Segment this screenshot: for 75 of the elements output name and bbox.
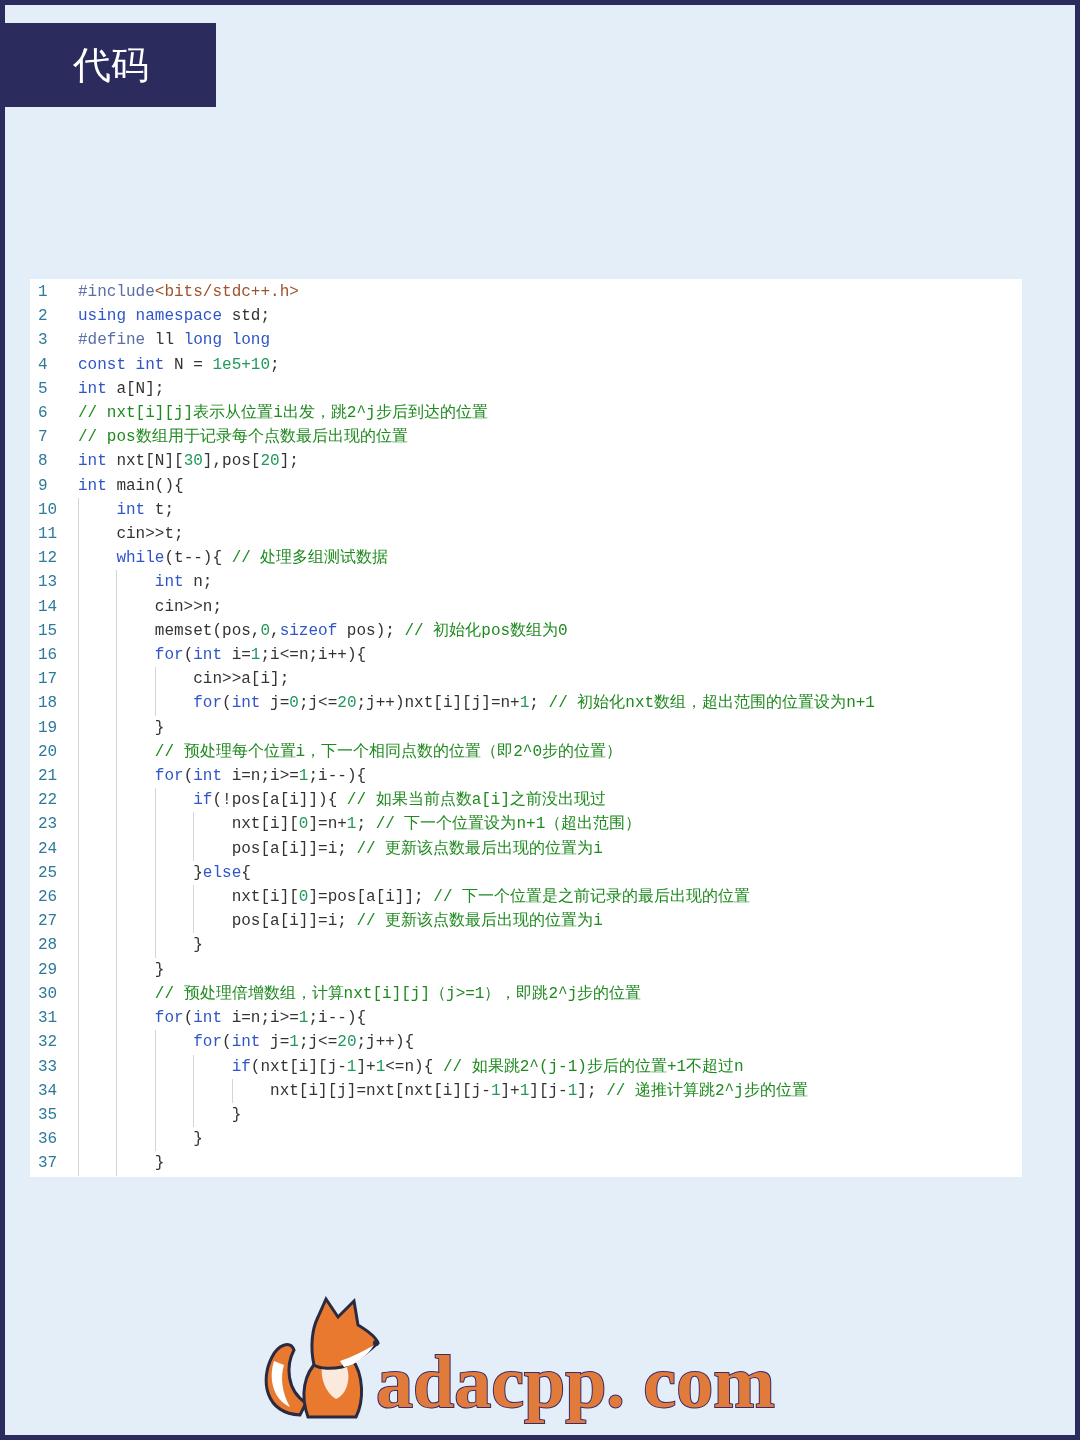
code-line: }else{ — [78, 860, 251, 886]
line-number: 18 — [37, 693, 59, 715]
code-line: pos[a[i]]=i; // 更新该点数最后出现的位置为i — [78, 909, 603, 934]
line-number: 34 — [37, 1080, 59, 1102]
line-number: 35 — [37, 1104, 59, 1126]
code-line: int nxt[N][30],pos[20]; — [78, 451, 299, 473]
line-number: 21 — [37, 766, 59, 788]
line-number: 7 — [37, 427, 49, 449]
line-number: 12 — [37, 548, 59, 570]
line-number: 32 — [37, 1032, 59, 1054]
line-number: 36 — [37, 1129, 59, 1151]
code-line: for(int j=0;j<=20;j++)nxt[i][j]=n+1; // 初始化nxt数组，超出范围的位置设为n+1 — [78, 691, 875, 716]
line-number: 31 — [37, 1008, 59, 1030]
code-line: cin>>t; — [78, 522, 184, 547]
line-number: 25 — [37, 862, 59, 884]
code-line: // 预处理倍增数组，计算nxt[i][j]（j>=1），即跳2^j步的位置 — [78, 981, 642, 1007]
line-number: 16 — [37, 645, 59, 667]
code-line: } — [78, 1151, 165, 1176]
code-line: // 预处理每个位置i，下一个相同点数的位置（即2^0步的位置） — [78, 739, 623, 765]
line-number: 23 — [37, 814, 59, 836]
code-line: using namespace std; — [78, 306, 271, 328]
line-number: 17 — [37, 669, 59, 691]
code-line: nxt[i][j]=nxt[nxt[i][j-1]+1][j-1]; // 递推计算跳2^j步的位置 — [78, 1078, 808, 1103]
line-number: 20 — [37, 741, 59, 763]
line-number: 33 — [37, 1056, 59, 1078]
code-line: int main(){ — [78, 475, 184, 497]
code-line: nxt[i][0]=n+1; // 下一个位置设为n+1（超出范围） — [78, 812, 642, 837]
code-line: #define ll long long — [78, 330, 271, 352]
line-number: 30 — [37, 983, 59, 1005]
line-number: 27 — [37, 911, 59, 933]
code-line: // nxt[i][j]表示从位置i出发，跳2^j步后到达的位置 — [78, 403, 488, 424]
line-number: 15 — [37, 620, 59, 642]
line-number: 10 — [37, 499, 59, 521]
line-number: 28 — [37, 935, 59, 957]
line-number: 1 — [37, 282, 49, 303]
code-line: int t; — [78, 497, 175, 523]
code-line: nxt[i][0]=pos[a[i]]; // 下一个位置是之前记录的最后出现的位置 — [78, 885, 751, 910]
code-line: } — [78, 1127, 203, 1152]
line-number: 11 — [37, 524, 59, 546]
line-number: 8 — [37, 451, 49, 473]
code-line: for(int j=1;j<=20;j++){ — [78, 1030, 415, 1055]
line-number: 37 — [37, 1153, 59, 1175]
line-number: 26 — [37, 887, 59, 909]
code-line: int a[N]; — [78, 378, 165, 400]
line-number: 22 — [37, 790, 59, 812]
code-line: for(int i=n;i>=1;i--){ — [78, 764, 367, 789]
code-line: for(int i=1;i<=n;i++){ — [78, 643, 367, 668]
line-number: 3 — [37, 330, 49, 352]
line-number: 19 — [37, 717, 59, 739]
code-line: memset(pos,0,sizeof pos); // 初始化pos数组为0 — [78, 618, 568, 644]
code-line: cin>>a[i]; — [78, 667, 290, 692]
line-number: 6 — [37, 403, 49, 424]
header-title: 代码 — [5, 23, 216, 107]
code-line: // pos数组用于记录每个点数最后出现的位置 — [78, 426, 408, 449]
line-number: 5 — [37, 378, 49, 400]
code-line: int n; — [78, 570, 213, 595]
code-line: for(int i=n;i>=1;i--){ — [78, 1006, 367, 1031]
code-line: } — [78, 933, 203, 958]
code-line: cin>>n; — [78, 594, 223, 619]
code-line: while(t--){ // 处理多组测试数据 — [78, 546, 389, 571]
line-number: 9 — [37, 475, 49, 497]
line-number: 24 — [37, 838, 59, 860]
line-number: 2 — [37, 306, 49, 328]
code-line: pos[a[i]]=i; // 更新该点数最后出现的位置为i — [78, 836, 603, 861]
code-line: } — [78, 715, 165, 740]
code-line: const int N = 1e5+10; — [78, 354, 280, 376]
code-line: } — [78, 957, 165, 982]
code-line: } — [78, 1102, 242, 1128]
line-number: 29 — [37, 959, 59, 981]
code-line: if(!pos[a[i]]){ // 如果当前点数a[i]之前没出现过 — [78, 788, 607, 813]
line-number: 13 — [37, 572, 59, 594]
code-line: if(nxt[i][j-1]+1<=n){ // 如果跳2^(j-1)步后的位置+1不超过n — [78, 1054, 744, 1079]
line-number: 14 — [37, 596, 59, 618]
line-number: 4 — [37, 354, 49, 376]
code-line: #include<bits/stdc++.h> — [78, 282, 299, 303]
